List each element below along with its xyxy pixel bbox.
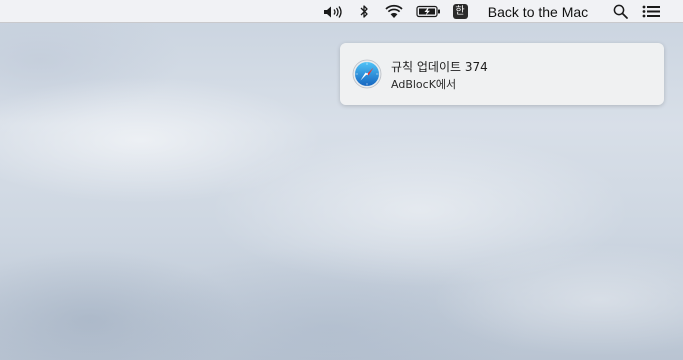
back-to-mac-label: Back to the Mac — [487, 3, 589, 20]
notification-subtitle: AdBlocK에서 — [391, 78, 457, 91]
notification-title: 규칙 업데이트 374 — [391, 60, 488, 74]
safari-compass-icon — [352, 59, 382, 89]
list-icon — [642, 5, 660, 18]
battery-menu-extra[interactable] — [414, 0, 442, 23]
spotlight-button[interactable] — [609, 0, 631, 23]
wifi-icon — [385, 4, 403, 18]
input-method-indicator: 한 — [452, 4, 468, 19]
desktop-wallpaper: 한 Back to the Mac 규칙 업데이트 374 AdBlocK에서 — [0, 0, 683, 360]
volume-icon — [324, 5, 342, 18]
battery-charging-icon — [415, 5, 440, 18]
menu-bar: 한 Back to the Mac — [0, 0, 683, 23]
input-method-menu-extra[interactable]: 한 — [451, 0, 469, 23]
bluetooth-menu-extra[interactable] — [356, 0, 372, 23]
notification-center-button[interactable] — [638, 0, 664, 23]
notification-banner[interactable]: 규칙 업데이트 374 AdBlocK에서 — [340, 43, 664, 105]
back-to-mac-menu-extra[interactable]: Back to the Mac — [478, 0, 598, 23]
search-icon — [613, 4, 628, 19]
volume-menu-extra[interactable] — [322, 0, 346, 23]
bluetooth-icon — [360, 5, 368, 18]
wifi-menu-extra[interactable] — [382, 0, 406, 23]
